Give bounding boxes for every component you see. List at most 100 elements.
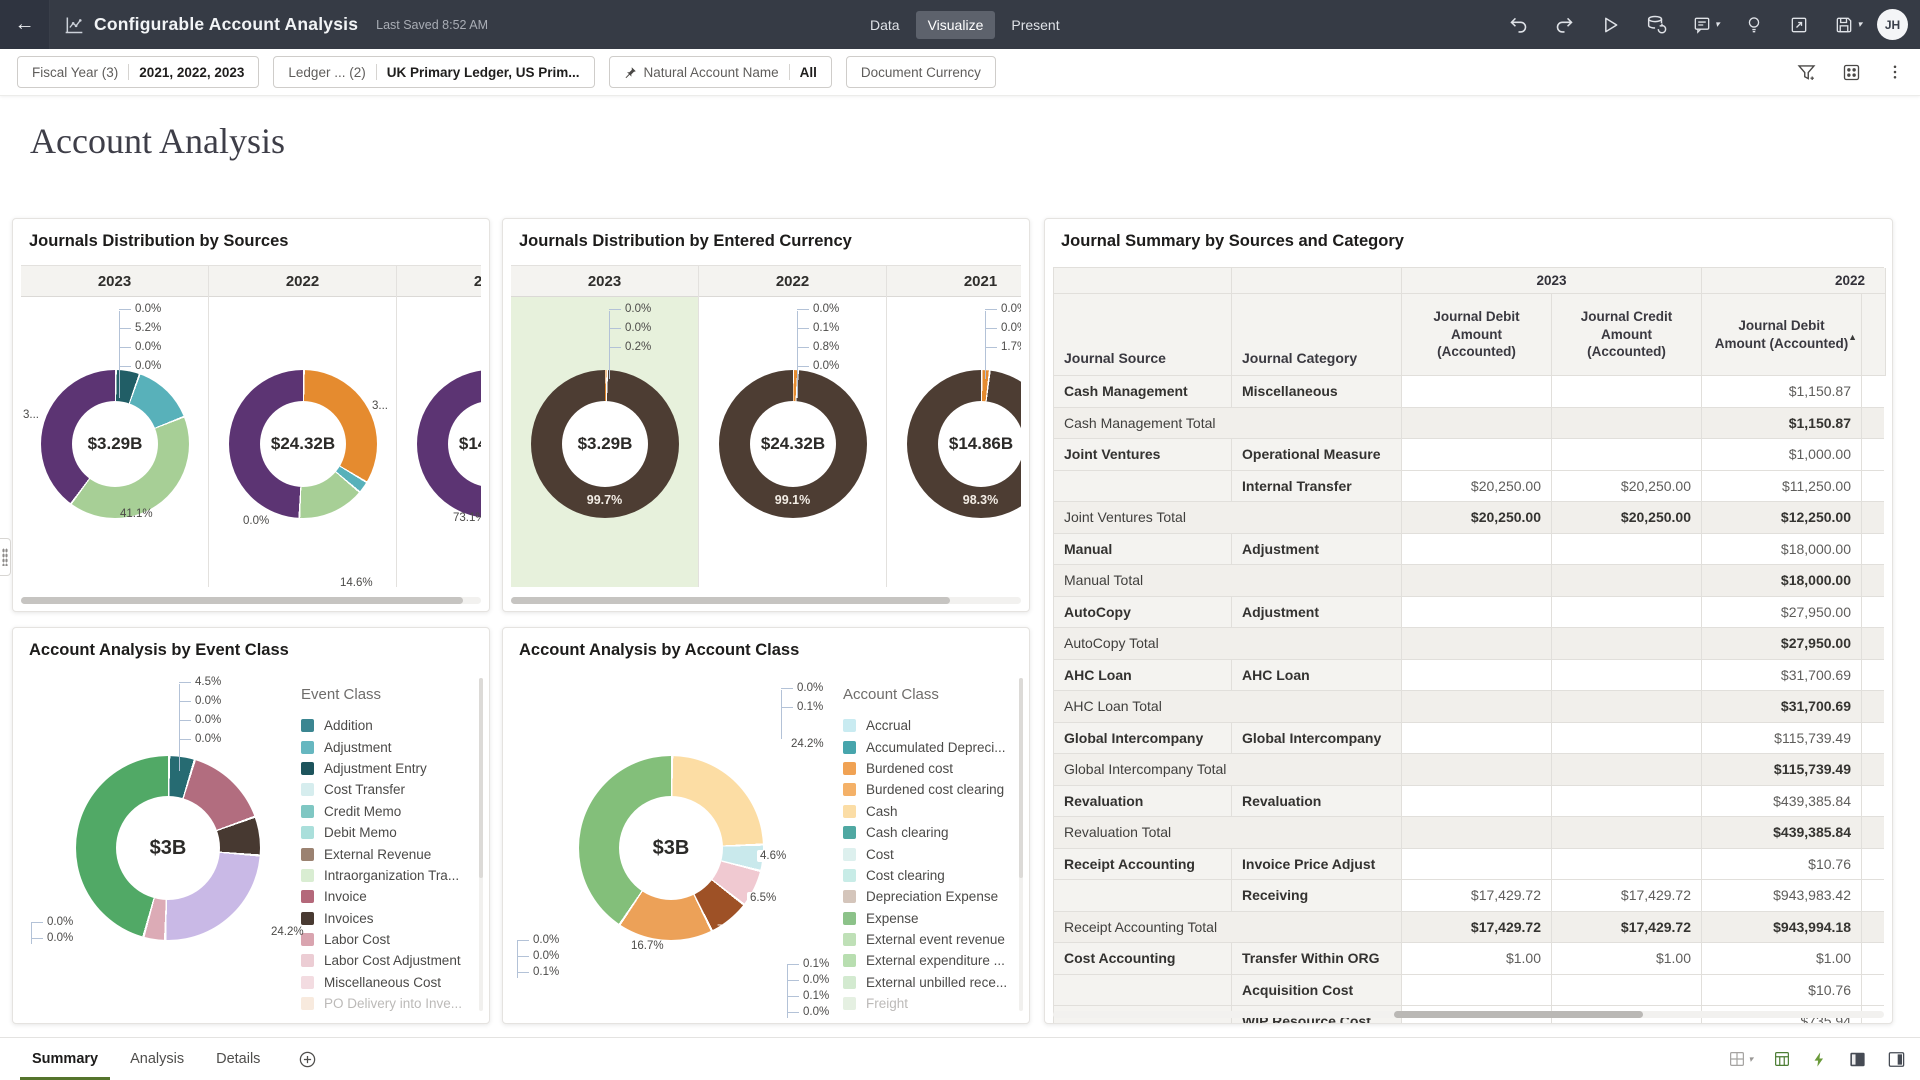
table-row[interactable]: Cash Management Total$1,150.87 <box>1054 408 1884 440</box>
legend-item[interactable]: Adjustment <box>301 736 462 757</box>
table-row[interactable]: Revaluation Total$439,385.84 <box>1054 817 1884 849</box>
donut-chart[interactable]: $3.29B <box>41 370 189 518</box>
save-icon[interactable]: ▾ <box>1834 15 1862 35</box>
table-row[interactable]: Acquisition Cost$10.76 <box>1054 975 1884 1007</box>
legend-item[interactable]: Labor Cost Adjustment <box>301 950 462 971</box>
legend-item[interactable]: Addition <box>301 715 462 736</box>
donut-chart[interactable]: $14.86B <box>417 370 481 518</box>
mode-tab[interactable]: Visualize <box>916 11 996 39</box>
table-row[interactable]: AHC Loan Total$31,700.69 <box>1054 691 1884 723</box>
table-row[interactable]: Joint VenturesOperational Measure$1,000.… <box>1054 439 1884 471</box>
canvas-layout-icon[interactable]: ▾ <box>1728 1050 1753 1068</box>
legend-item[interactable]: Debit Memo <box>301 822 462 843</box>
legend-item[interactable]: Invoice <box>301 886 462 907</box>
donut-chart[interactable]: $3B <box>579 756 763 940</box>
scrollbar-thumb[interactable] <box>511 597 950 604</box>
table-row[interactable]: Receipt Accounting Total$17,429.72$17,42… <box>1054 912 1884 944</box>
horizontal-scrollbar[interactable] <box>21 597 481 604</box>
filter-chip[interactable]: Ledger ... (2)UK Primary Ledger, US Prim… <box>273 56 594 88</box>
scrollbar-thumb[interactable] <box>21 597 463 604</box>
viz-journals-by-sources[interactable]: Journals Distribution by Sources 20230.0… <box>12 218 490 612</box>
legend-item[interactable]: Credit Memo <box>301 801 462 822</box>
filter-chip[interactable]: Document Currency <box>846 56 996 88</box>
canvas-tab[interactable]: Analysis <box>114 1038 200 1080</box>
export-icon[interactable] <box>1789 15 1809 35</box>
filter-icon[interactable] <box>1796 62 1817 83</box>
legend-scrollbar[interactable] <box>1019 678 1023 1011</box>
table-row[interactable]: Global IntercompanyGlobal Intercompany$1… <box>1054 723 1884 755</box>
panel-right-layout-icon[interactable] <box>1887 1050 1906 1069</box>
legend-item[interactable]: Freight <box>843 993 1007 1014</box>
horizontal-scrollbar[interactable] <box>511 597 1021 604</box>
table-row[interactable]: Receiving$17,429.72$17,429.72$943,983.42 <box>1054 880 1884 912</box>
canvas-tab[interactable]: Summary <box>16 1038 114 1080</box>
column-header-journal-source[interactable]: Journal Source <box>1054 294 1232 376</box>
legend-item[interactable]: Cost Transfer <box>301 779 462 800</box>
panel-expand-handle[interactable] <box>0 538 11 576</box>
column-header-debit-2023[interactable]: Journal Debit Amount (Accounted) <box>1402 294 1552 376</box>
table-row[interactable]: AutoCopy Total$27,950.00 <box>1054 628 1884 660</box>
legend-item[interactable]: Accrual <box>843 715 1007 736</box>
add-canvas-button[interactable] <box>298 1038 317 1080</box>
insights-icon[interactable] <box>1744 15 1764 35</box>
legend-item[interactable]: PO Delivery into Inve... <box>301 993 462 1014</box>
legend-item[interactable]: External unbilled rece... <box>843 972 1007 993</box>
table-row[interactable]: Receipt AccountingInvoice Price Adjust$1… <box>1054 849 1884 881</box>
canvas-tab[interactable]: Details <box>200 1038 276 1080</box>
panel-left-layout-icon[interactable] <box>1848 1050 1867 1069</box>
legend-item[interactable]: External expenditure ... <box>843 950 1007 971</box>
table-row[interactable]: Manual Total$18,000.00 <box>1054 565 1884 597</box>
avatar[interactable]: JH <box>1877 9 1908 40</box>
auto-insights-icon[interactable] <box>1811 1051 1828 1068</box>
horizontal-scrollbar[interactable] <box>1053 1011 1884 1018</box>
legend-item[interactable]: Cost clearing <box>843 865 1007 886</box>
table-row[interactable]: Global Intercompany Total$115,739.49 <box>1054 754 1884 786</box>
undo-icon[interactable] <box>1508 14 1529 35</box>
column-header-debit-2022-sorted[interactable]: Journal Debit Amount (Accounted)▲ <box>1702 294 1862 376</box>
refresh-data-icon[interactable] <box>1645 14 1667 36</box>
legend-item[interactable]: Cost <box>843 843 1007 864</box>
run-icon[interactable] <box>1600 15 1620 35</box>
legend-item[interactable]: Expense <box>843 908 1007 929</box>
donut-chart[interactable]: $3B <box>76 756 260 940</box>
legend-scrollbar[interactable] <box>479 678 483 1011</box>
table-row[interactable]: AHC LoanAHC Loan$31,700.69 <box>1054 660 1884 692</box>
table-row[interactable]: AutoCopyAdjustment$27,950.00 <box>1054 597 1884 629</box>
viz-by-event-class[interactable]: Account Analysis by Event Class 4.5%0.0%… <box>12 627 490 1024</box>
data-refresh-icon[interactable] <box>1773 1050 1791 1068</box>
back-button[interactable]: ← <box>0 0 50 49</box>
donut-chart[interactable]: $24.32B <box>229 370 377 518</box>
table-row[interactable]: ManualAdjustment$18,000.00 <box>1054 534 1884 566</box>
table-row[interactable]: Cost AccountingTransfer Within ORG$1.00$… <box>1054 943 1884 975</box>
legend-item[interactable]: External Revenue <box>301 843 462 864</box>
mode-tab[interactable]: Data <box>858 11 912 39</box>
legend-item[interactable]: Labor Cost <box>301 929 462 950</box>
legend-item[interactable]: External event revenue <box>843 929 1007 950</box>
column-header-journal-category[interactable]: Journal Category <box>1232 294 1402 376</box>
sort-ascending-icon[interactable]: ▲ <box>1848 332 1857 344</box>
table-row[interactable]: Internal Transfer$20,250.00$20,250.00$11… <box>1054 471 1884 503</box>
viz-journal-summary-table[interactable]: Journal Summary by Sources and Category … <box>1044 218 1893 1024</box>
legend-item[interactable]: Adjustment Entry <box>301 758 462 779</box>
legend-item[interactable]: Cash <box>843 801 1007 822</box>
viz-journals-by-currency[interactable]: Journals Distribution by Entered Currenc… <box>502 218 1030 612</box>
viz-by-account-class[interactable]: Account Analysis by Account Class 0.0%0.… <box>502 627 1030 1024</box>
legend-item[interactable]: Burdened cost <box>843 758 1007 779</box>
legend-item[interactable]: Burdened cost clearing <box>843 779 1007 800</box>
table-row[interactable]: Cash ManagementMiscellaneous$1,150.87 <box>1054 376 1884 408</box>
filter-chip[interactable]: Fiscal Year (3)2021, 2022, 2023 <box>17 56 259 88</box>
comments-icon[interactable]: ▾ <box>1692 15 1720 35</box>
table-row[interactable]: Joint Ventures Total$20,250.00$20,250.00… <box>1054 502 1884 534</box>
legend-item[interactable]: Miscellaneous Cost <box>301 972 462 993</box>
visualization-settings-icon[interactable] <box>1841 62 1862 83</box>
legend-item[interactable]: Invoices <box>301 908 462 929</box>
legend-item[interactable]: Accumulated Depreci... <box>843 736 1007 757</box>
legend-item[interactable]: Depreciation Expense <box>843 886 1007 907</box>
filter-chip[interactable]: Natural Account NameAll <box>609 56 832 88</box>
legend-item[interactable]: Cash clearing <box>843 822 1007 843</box>
legend-item[interactable]: Intraorganization Tra... <box>301 865 462 886</box>
scrollbar-thumb[interactable] <box>1394 1011 1643 1018</box>
mode-tab[interactable]: Present <box>999 11 1071 39</box>
column-header-credit-2023[interactable]: Journal Credit Amount (Accounted) <box>1552 294 1702 376</box>
table-row[interactable]: RevaluationRevaluation$439,385.84 <box>1054 786 1884 818</box>
